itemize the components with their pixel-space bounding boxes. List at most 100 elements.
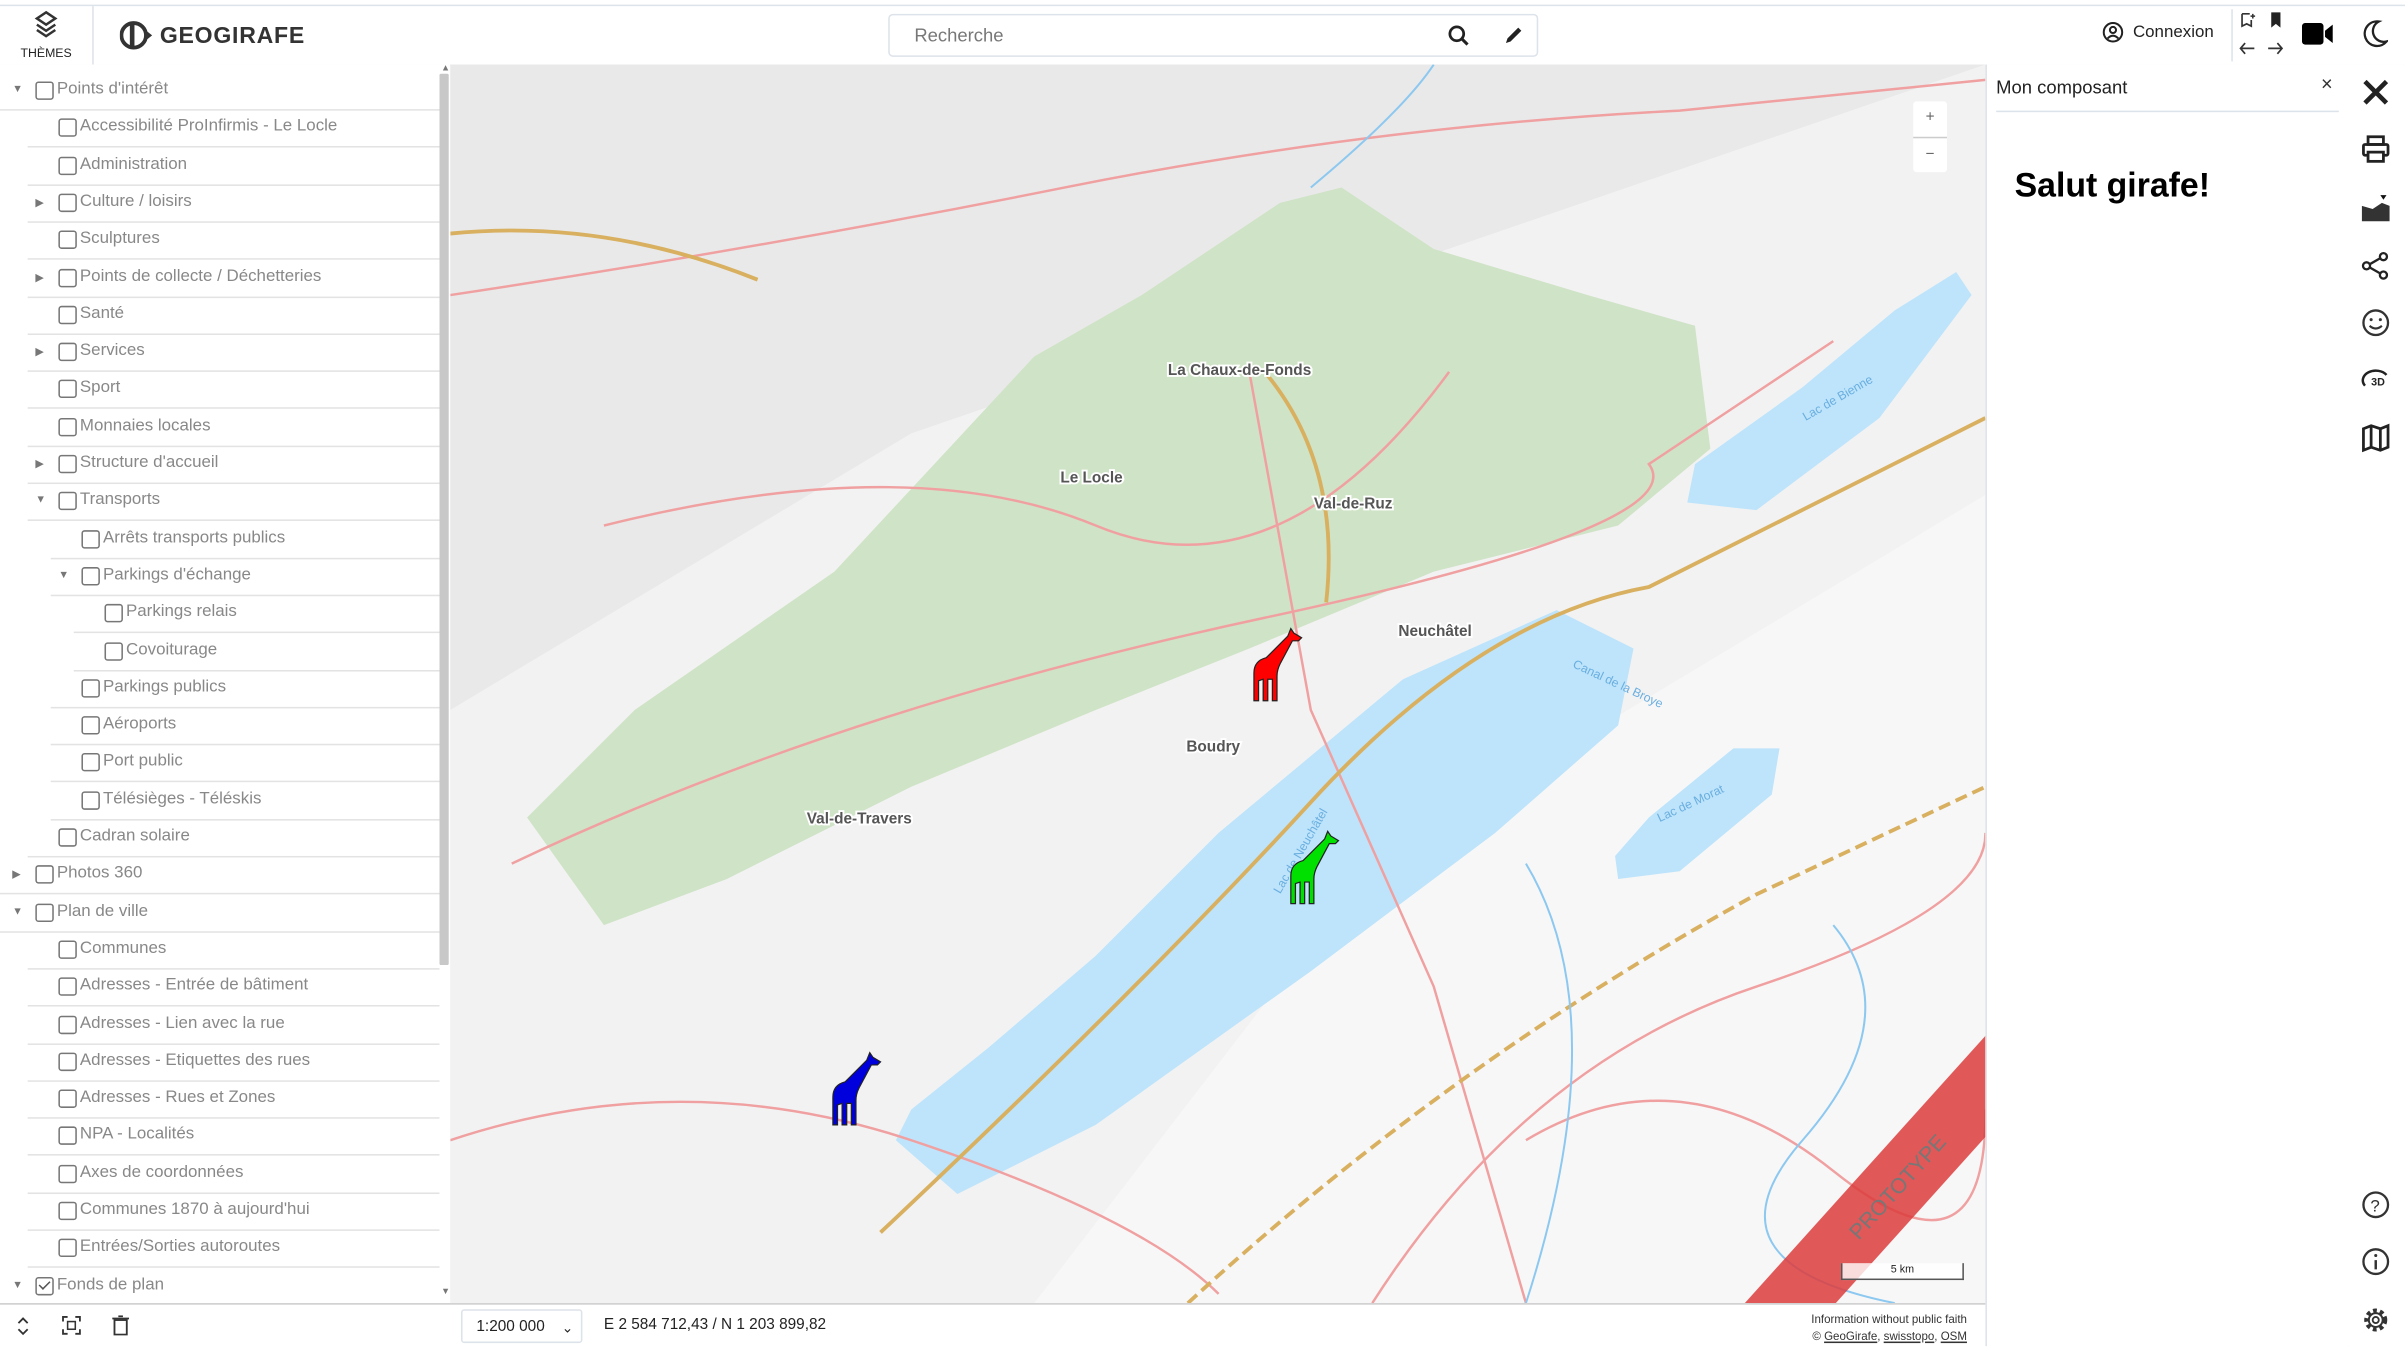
layer-checkbox[interactable] xyxy=(81,753,100,773)
layer-checkbox[interactable] xyxy=(35,81,54,100)
app-logo[interactable]: GEOGIRAFE xyxy=(119,20,305,51)
layer-checkbox[interactable] xyxy=(58,156,77,175)
layer-tree-item[interactable]: Aéroports xyxy=(50,707,440,746)
layer-checkbox[interactable] xyxy=(81,678,100,698)
layer-checkbox[interactable] xyxy=(35,1276,54,1295)
layer-checkbox[interactable] xyxy=(35,902,54,922)
layer-tree-item[interactable]: Parkings publics xyxy=(50,670,440,709)
layer-checkbox[interactable] xyxy=(81,566,100,586)
caret-right-icon[interactable]: ▶ xyxy=(35,271,43,284)
layer-checkbox[interactable] xyxy=(58,1201,77,1221)
layer-checkbox[interactable] xyxy=(58,193,77,212)
settings-gear-icon[interactable] xyxy=(2360,1305,2391,1336)
draw-pen-icon[interactable] xyxy=(1501,23,1526,48)
layer-checkbox[interactable] xyxy=(58,977,77,997)
search-input[interactable] xyxy=(911,23,1425,48)
info-icon[interactable] xyxy=(2360,1246,2391,1277)
zoom-out-button[interactable]: − xyxy=(1913,138,1947,173)
expand-collapse-icon[interactable] xyxy=(17,1315,29,1337)
layer-checkbox[interactable] xyxy=(58,828,77,847)
login-button[interactable]: Connexion xyxy=(2102,22,2214,44)
help-icon[interactable]: ? xyxy=(2360,1189,2391,1220)
layer-tree-scrollbar[interactable] xyxy=(439,73,449,966)
layer-tree-item[interactable]: ▶ Services xyxy=(27,334,440,373)
layer-checkbox[interactable] xyxy=(58,380,77,399)
layer-checkbox[interactable] xyxy=(58,230,77,250)
layer-tree-item[interactable]: Accessibilité ProInfirmis - Le Locle xyxy=(27,110,440,148)
elevation-profile-icon[interactable] xyxy=(2360,194,2391,225)
smiley-icon[interactable] xyxy=(2360,307,2391,338)
layer-checkbox[interactable] xyxy=(104,641,123,661)
arrow-back-icon[interactable] xyxy=(2239,41,2256,55)
layer-checkbox[interactable] xyxy=(58,1089,77,1109)
arrow-forward-icon[interactable] xyxy=(2267,41,2284,55)
layer-tree-item[interactable]: Télésièges - Téléskis xyxy=(50,782,440,821)
layer-tree-item[interactable]: Administration xyxy=(27,147,440,186)
layer-tree-item[interactable]: Sculptures xyxy=(27,222,440,260)
layer-checkbox[interactable] xyxy=(58,940,77,959)
layer-checkbox[interactable] xyxy=(104,604,123,623)
geogirafe-link[interactable]: GeoGirafe xyxy=(1824,1329,1877,1343)
themes-button[interactable]: THÈMES xyxy=(0,6,94,65)
dark-mode-moon-icon[interactable] xyxy=(2363,20,2389,48)
scroll-up-arrow-icon[interactable]: ▲ xyxy=(441,65,450,74)
layer-tree-item[interactable]: Adresses - Etiquettes des rues xyxy=(27,1043,440,1082)
caret-right-icon[interactable]: ▶ xyxy=(12,869,20,881)
layer-tree-item[interactable]: ▶ Photos 360 xyxy=(0,856,440,895)
layer-tree-item[interactable]: Monnaies locales xyxy=(27,408,440,447)
3d-view-icon[interactable]: 3D xyxy=(2360,366,2391,397)
layer-checkbox[interactable] xyxy=(58,1127,77,1146)
layer-checkbox[interactable] xyxy=(58,417,77,436)
swisstopo-link[interactable]: swisstopo xyxy=(1884,1329,1935,1343)
layer-tree-item[interactable]: Covoiturage xyxy=(73,632,440,671)
video-camera-icon[interactable] xyxy=(2301,22,2336,47)
layer-checkbox[interactable] xyxy=(58,1052,77,1071)
layer-checkbox[interactable] xyxy=(58,342,77,362)
layer-tree-item[interactable]: ▶ Structure d'accueil xyxy=(27,446,440,485)
layer-tree-item[interactable]: Entrées/Sorties autoroutes xyxy=(27,1230,440,1269)
caret-down-icon[interactable]: ▼ xyxy=(12,1279,23,1290)
layer-tree-item[interactable]: Santé xyxy=(27,296,440,335)
layer-checkbox[interactable] xyxy=(81,790,100,810)
caret-down-icon[interactable]: ▼ xyxy=(58,570,69,581)
scroll-down-arrow-icon[interactable]: ▼ xyxy=(441,1288,450,1297)
layer-tree-item[interactable]: Adresses - Rues et Zones xyxy=(27,1080,440,1119)
trash-icon[interactable] xyxy=(112,1315,130,1336)
layer-tree-item[interactable]: ▼ Fonds de plan xyxy=(0,1267,439,1303)
zoom-in-button[interactable]: + xyxy=(1913,101,1947,139)
layer-tree-item[interactable]: Communes 1870 à aujourd'hui xyxy=(27,1192,440,1231)
zoom-to-extent-icon[interactable] xyxy=(61,1315,81,1335)
map-icon[interactable] xyxy=(2360,423,2391,454)
scale-select[interactable]: 1:200 000 ⌄ xyxy=(461,1309,583,1344)
print-icon[interactable] xyxy=(2360,134,2391,165)
caret-right-icon[interactable]: ▶ xyxy=(35,458,43,470)
share-icon[interactable] xyxy=(2360,250,2391,281)
search-icon[interactable] xyxy=(1446,23,1471,48)
layer-tree-item[interactable]: NPA - Localités xyxy=(27,1118,440,1157)
add-bookmark-icon[interactable] xyxy=(2241,12,2256,28)
layer-checkbox[interactable] xyxy=(58,1014,77,1034)
osm-link[interactable]: OSM xyxy=(1941,1329,1967,1343)
layer-tree-item[interactable]: Cadran solaire xyxy=(27,819,440,858)
bookmark-icon[interactable] xyxy=(2268,12,2283,28)
layer-tree-item[interactable]: Adresses - Lien avec la rue xyxy=(27,1006,440,1045)
layer-checkbox[interactable] xyxy=(58,1239,77,1258)
layer-tree-item[interactable]: ▼ Points d'intérêt xyxy=(0,72,440,111)
layer-tree-item[interactable]: Axes de coordonnées xyxy=(27,1155,440,1194)
layer-checkbox[interactable] xyxy=(58,268,77,287)
layer-tree-item[interactable]: ▶ Points de collecte / Déchetteries xyxy=(27,259,440,298)
layer-tree-item[interactable]: Arrêts transports publics xyxy=(50,520,440,559)
layer-checkbox[interactable] xyxy=(35,865,54,885)
layer-tree-item[interactable]: Parkings relais xyxy=(73,595,440,634)
layer-tree-item[interactable]: ▼ Transports xyxy=(27,483,440,522)
map-view[interactable]: La Chaux-de-Fonds Le Locle Val-de-Ruz Ne… xyxy=(450,64,1986,1304)
layer-checkbox[interactable] xyxy=(58,118,77,138)
caret-down-icon[interactable]: ▼ xyxy=(35,495,46,506)
layer-tree-item[interactable]: Port public xyxy=(50,744,440,783)
map-canvas[interactable]: La Chaux-de-Fonds Le Locle Val-de-Ruz Ne… xyxy=(450,64,1986,1304)
caret-down-icon[interactable]: ▼ xyxy=(12,906,23,917)
layer-checkbox[interactable] xyxy=(58,492,77,511)
layer-tree-item[interactable]: ▼ Parkings d'échange xyxy=(50,558,440,597)
layer-checkbox[interactable] xyxy=(58,454,77,474)
layer-checkbox[interactable] xyxy=(58,1164,77,1183)
